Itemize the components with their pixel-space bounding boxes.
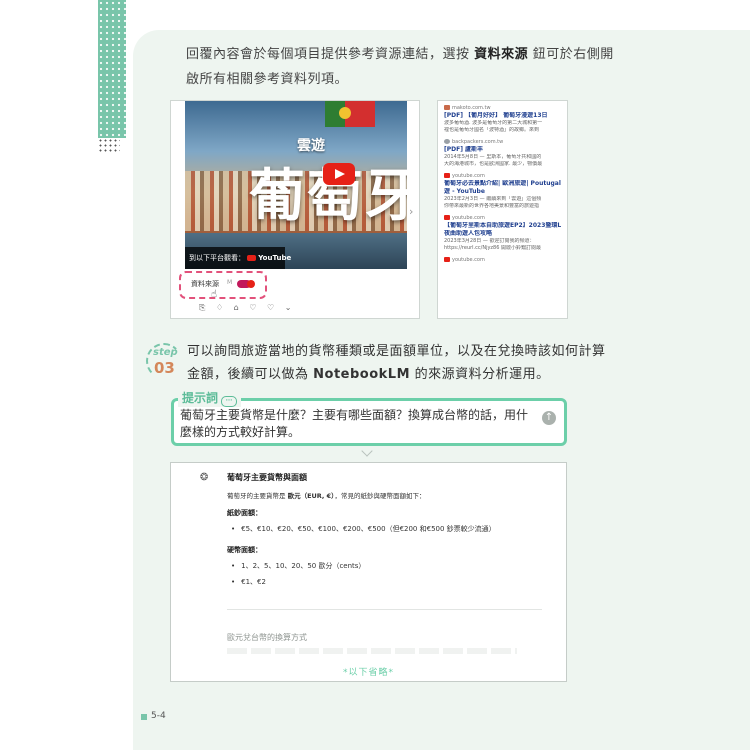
hand-pointer-icon: ☝ (211, 289, 218, 300)
chapter-tab (98, 0, 126, 138)
step-number: 03 (154, 359, 175, 377)
sources-button-label: 資料來源 (191, 280, 219, 288)
portugal-flag-icon (325, 101, 375, 127)
faded-text (227, 648, 517, 654)
list-item: €5、€10、€20、€50、€100、€200、€500（但€200 和€50… (231, 524, 496, 534)
answer-title: 葡萄牙主要貨幣與面額 (227, 473, 307, 482)
youtube-icon: YouTube (247, 254, 291, 262)
chat-bubble-icon: ··· (221, 396, 238, 407)
list-item: €1、€2 (231, 577, 266, 587)
ai-logo-icon: ❂ (200, 472, 209, 483)
decorative-dots (98, 138, 120, 154)
prompt-text: 葡萄牙主要貨幣是什麼？主要有哪些面額？換算成台幣的話，用什麼樣的方式較好計算。 (180, 408, 529, 439)
step-badge: step 03 (146, 343, 182, 379)
page-marker (141, 714, 147, 720)
divider (227, 609, 542, 610)
source-item[interactable]: youtube.com 葡萄牙必去景點介紹| 歐洲旅遊| Poutugal T … (444, 172, 561, 210)
watch-on-bar[interactable]: 到以下平台觀看： YouTube (185, 247, 291, 269)
send-arrow-icon[interactable]: ↑ (542, 411, 556, 425)
source-item[interactable]: youtube.com 【葡萄牙里斯本自助旅遊EP2】2023暨環Lis 夜曲助… (444, 214, 561, 252)
banknotes-heading: 紙鈔面額： (227, 509, 262, 517)
page-number: 5-4 (151, 711, 166, 721)
sources-button[interactable]: 資料來源 M (179, 271, 267, 299)
makoto-favicon-icon: M (227, 279, 233, 286)
chevron-down-icon (361, 449, 373, 457)
chevron-right-icon[interactable]: › (409, 205, 413, 218)
screenshot-answer-with-video: 雲遊 葡萄牙 到以下平台觀看： YouTube › 資料來源 M ☝ ⎘ ♢ ⌂… (170, 100, 420, 319)
next-section-heading: 歐元兌台幣的換算方式 (227, 633, 307, 642)
source-item[interactable]: backpackers.com.tw [PDF] 盧斯丰 2014年5月8日 —… (444, 138, 561, 168)
step-paragraph: 可以詢問旅遊當地的貨幣種類或是面額單位，以及在兌換時該如何計算金額，後續可以做為… (187, 344, 606, 382)
video-thumbnail[interactable]: 雲遊 葡萄牙 到以下平台觀看： YouTube (185, 101, 407, 269)
list-item: 1、2、5、10、20、50 歐分（cents） (231, 561, 365, 571)
omitted-note: *以下省略* (342, 668, 394, 678)
answer-intro: 葡萄牙的主要貨幣是 歐元（EUR, €），常見的紙鈔與硬幣面額如下： (227, 492, 426, 500)
intro-paragraph: 回覆內容會於每個項目提供參考資源連結，選按 資料來源 鈕可於右側開啟所有相關參考… (186, 47, 614, 87)
youtube-favicon-icon (247, 280, 255, 288)
coins-heading: 硬幣面額： (227, 546, 262, 554)
prompt-label: 提示詞 ··· (178, 391, 242, 407)
response-toolbar[interactable]: ⎘ ♢ ⌂ ♡ ♡ ⌄ (199, 303, 295, 313)
sources-side-panel: makoto.com.tw [PDF] 【葡月好好】 葡萄牙漫遊13日 波多葡萄… (437, 100, 568, 319)
play-icon[interactable] (323, 163, 355, 185)
source-item[interactable]: makoto.com.tw [PDF] 【葡月好好】 葡萄牙漫遊13日 波多葡萄… (444, 104, 561, 134)
source-item[interactable]: youtube.com (444, 256, 561, 264)
